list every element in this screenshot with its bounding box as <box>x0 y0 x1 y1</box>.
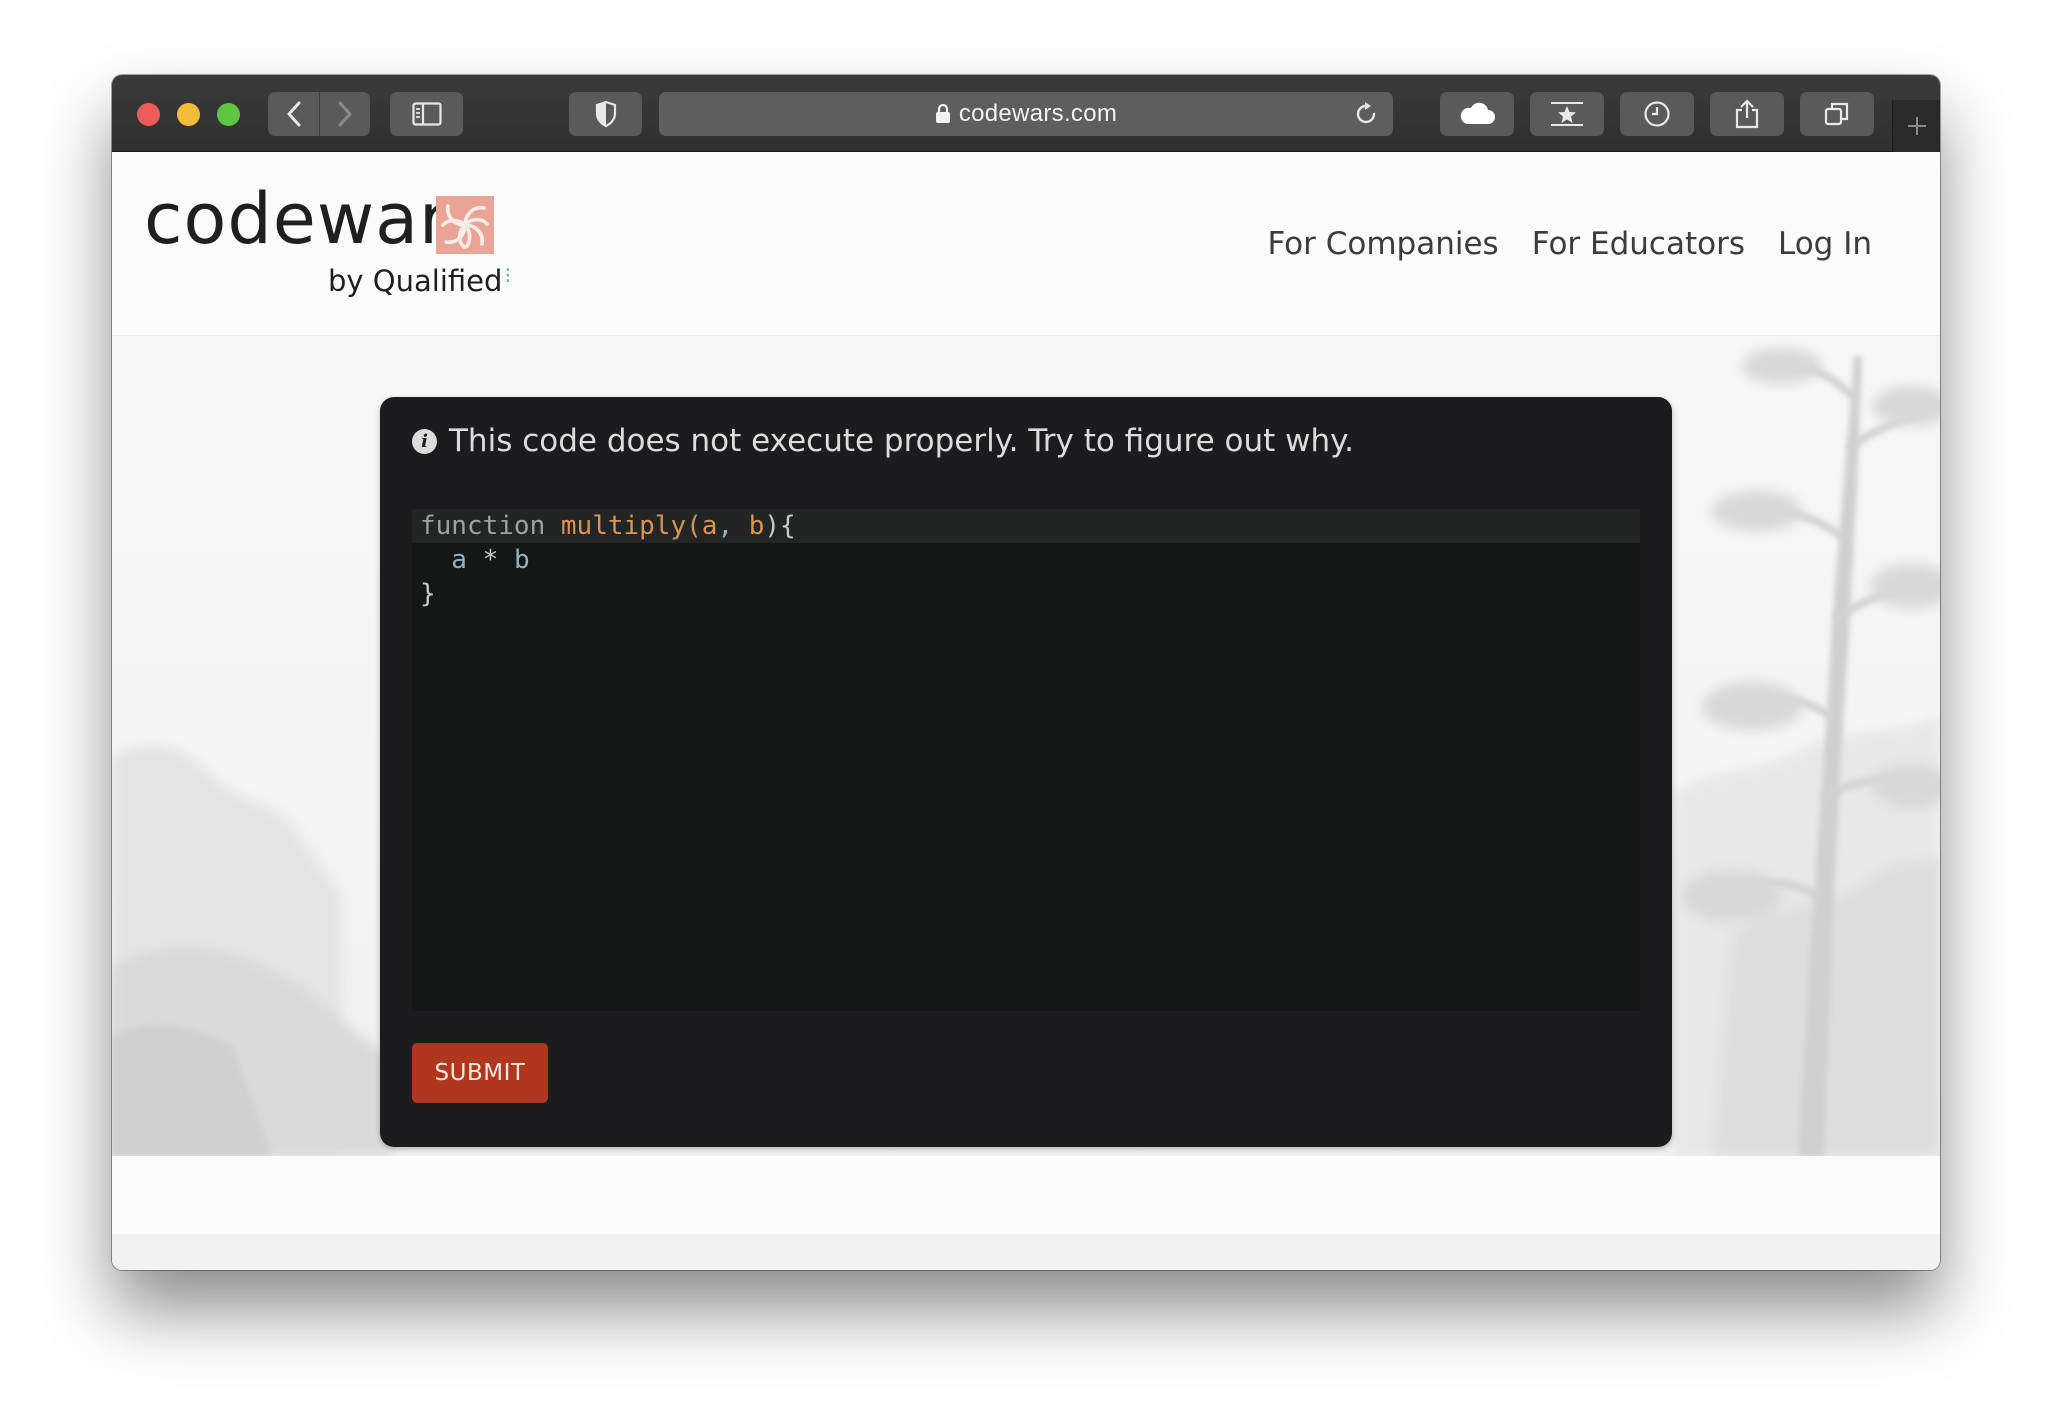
address-bar[interactable]: codewars.com <box>659 92 1393 136</box>
sidebar-button[interactable] <box>390 92 463 136</box>
share-button[interactable] <box>1710 92 1784 136</box>
byline: by Qualified⁝ <box>328 264 511 298</box>
new-tab-button[interactable] <box>1892 100 1940 152</box>
tabs-icon <box>1824 102 1849 126</box>
code-token: a <box>701 511 718 541</box>
challenge-message: i This code does not execute properly. T… <box>412 423 1354 459</box>
history-nav-group <box>268 92 370 136</box>
code-token: b <box>748 511 765 541</box>
bookmarks-button[interactable] <box>1530 92 1604 136</box>
icloud-tabs-button[interactable] <box>1440 92 1514 136</box>
code-line: a * b <box>412 543 1640 577</box>
code-token: a <box>420 545 467 575</box>
site-header: codewars by Qualified⁝ For Companies For… <box>112 152 1940 336</box>
back-icon <box>287 101 300 127</box>
back-button[interactable] <box>268 92 319 136</box>
privacy-report-button[interactable] <box>569 92 642 136</box>
plus-icon <box>1907 117 1926 135</box>
nav-for-educators[interactable]: For Educators <box>1532 226 1745 262</box>
code-editor[interactable]: function multiply(a, b){ a * b } <box>412 509 1640 1011</box>
code-line: } <box>412 577 1640 611</box>
history-icon <box>1644 101 1670 127</box>
challenge-card: i This code does not execute properly. T… <box>380 397 1672 1147</box>
submit-button[interactable]: SUBMIT <box>412 1043 548 1103</box>
code-token: , <box>717 511 749 541</box>
forward-icon <box>338 101 352 127</box>
footer-strip <box>112 1234 1940 1270</box>
byline-text: by Qualified <box>328 264 503 298</box>
code-token: ){ <box>764 511 796 541</box>
codewars-logo-icon <box>436 196 494 254</box>
nav-for-companies[interactable]: For Companies <box>1267 226 1498 262</box>
zoom-window-button[interactable] <box>217 103 240 126</box>
code-token: } <box>420 579 436 609</box>
reload-button[interactable] <box>1353 101 1379 134</box>
history-button[interactable] <box>1620 92 1694 136</box>
footer-area <box>112 1156 1940 1234</box>
code-line: function multiply(a, b){ <box>412 509 1640 543</box>
forward-button[interactable] <box>319 92 370 136</box>
url-text: codewars.com <box>958 100 1118 127</box>
share-icon <box>1735 99 1759 129</box>
browser-toolbar: codewars.com <box>112 75 1940 152</box>
reload-icon <box>1356 102 1376 124</box>
challenge-message-text: This code does not execute properly. Try… <box>449 423 1354 459</box>
lock-icon <box>935 104 951 124</box>
code-token: b <box>513 545 530 575</box>
nav-log-in[interactable]: Log In <box>1778 226 1872 262</box>
code-token: function <box>420 511 546 541</box>
browser-window: codewars.com codewars by Qualified⁝ For … <box>112 75 1940 1270</box>
cloud-icon <box>1460 102 1495 124</box>
code-token: ( <box>686 511 702 541</box>
minimize-window-button[interactable] <box>177 103 200 126</box>
code-token: multiply <box>560 511 687 541</box>
info-icon: i <box>412 428 437 454</box>
code-token: * <box>466 545 514 575</box>
qualified-dots-icon: ⁝ <box>504 264 512 289</box>
close-window-button[interactable] <box>137 103 160 126</box>
star-icon <box>1551 102 1583 126</box>
sidebar-icon <box>411 102 442 126</box>
main-nav: For Companies For Educators Log In <box>1267 226 1872 262</box>
shield-icon <box>595 100 616 128</box>
tab-overview-button[interactable] <box>1800 92 1874 136</box>
